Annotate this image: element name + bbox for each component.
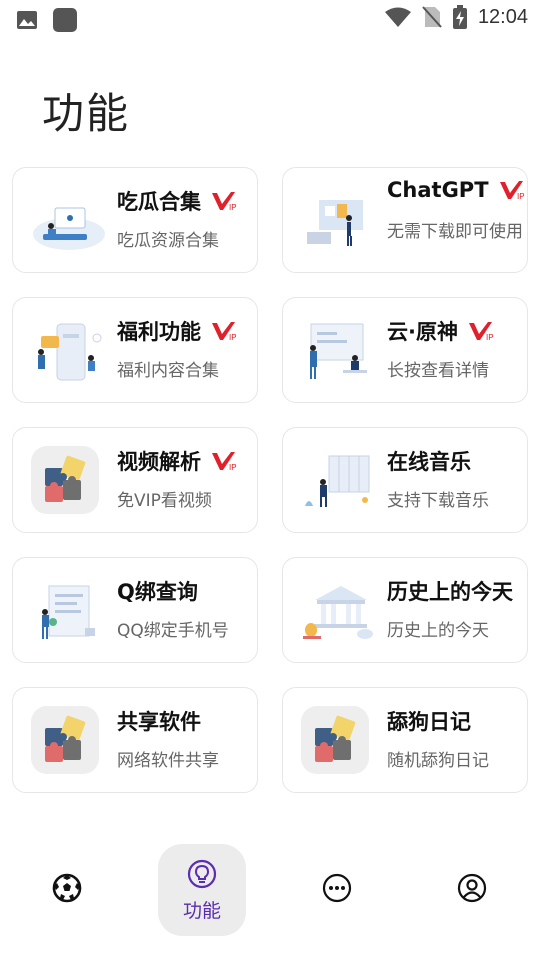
puzzle-icon xyxy=(31,706,99,774)
bank-illustration xyxy=(303,586,373,639)
card-subtitle: 长按查看详情 xyxy=(387,361,489,381)
page-title: 功能 xyxy=(42,89,131,138)
no-sim-icon xyxy=(422,6,442,28)
card-title: 历史上的今天 xyxy=(387,580,513,604)
card-title: 舔狗日记 xyxy=(387,710,471,734)
card-subtitle: 支持下载音乐 xyxy=(387,491,489,511)
card-fuli[interactable]: 福利功能 福利内容合集 xyxy=(12,297,258,403)
feature-grid: 吃瓜合集 吃瓜资源合集 ChatGPT 无需下载即可使用 福利功能 福利内容合集… xyxy=(12,167,528,793)
puzzle-icon-box xyxy=(31,446,99,514)
card-chigua[interactable]: 吃瓜合集 吃瓜资源合集 xyxy=(12,167,258,273)
presentation-illustration xyxy=(310,323,367,379)
app-notification-icon xyxy=(53,8,77,32)
card-title: Q绑查询 xyxy=(117,580,198,604)
cloud-laptop-illustration xyxy=(33,207,105,250)
card-title: 云·原神 xyxy=(387,320,458,344)
bottom-nav: 功能 xyxy=(0,840,540,940)
card-video-parse[interactable]: 视频解析 免VIP看视频 xyxy=(12,427,258,533)
vip-badge-icon xyxy=(211,450,239,472)
puzzle-icon-box xyxy=(31,706,99,774)
battery-charging-icon xyxy=(452,5,467,29)
card-online-music[interactable]: 在线音乐 支持下载音乐 xyxy=(282,427,528,533)
card-title: 吃瓜合集 xyxy=(117,190,201,214)
card-subtitle: 吃瓜资源合集 xyxy=(117,231,219,251)
music-illustration xyxy=(305,455,370,507)
vip-badge-icon xyxy=(499,179,527,201)
wifi-icon xyxy=(384,7,411,27)
card-subtitle: 网络软件共享 xyxy=(117,751,219,771)
puzzle-icon xyxy=(301,706,369,774)
lightbulb-icon xyxy=(187,859,217,888)
soccer-ball-icon xyxy=(52,873,82,903)
card-subtitle: 无需下载即可使用 xyxy=(387,222,523,242)
card-title: 视频解析 xyxy=(117,450,201,474)
mobile-people-illustration xyxy=(38,323,102,381)
card-subtitle: 历史上的今天 xyxy=(387,621,489,641)
nav-item-profile[interactable] xyxy=(427,840,517,936)
more-dots-icon xyxy=(322,873,352,903)
card-subtitle: 福利内容合集 xyxy=(117,361,219,381)
card-chatgpt[interactable]: ChatGPT 无需下载即可使用 xyxy=(282,167,528,273)
card-title: 共享软件 xyxy=(117,710,201,734)
nav-item-home[interactable] xyxy=(22,840,112,936)
nav-item-more[interactable] xyxy=(292,840,382,936)
shopping-illustration xyxy=(307,200,363,246)
nav-item-features[interactable]: 功能 xyxy=(158,844,246,936)
nav-label-features: 功能 xyxy=(182,899,221,922)
vip-badge-icon xyxy=(468,320,496,342)
status-bar: 12:04 xyxy=(0,0,540,38)
gallery-icon xyxy=(17,11,37,29)
card-subtitle: 免VIP看视频 xyxy=(117,491,212,511)
user-profile-icon xyxy=(457,873,487,903)
status-time: 12:04 xyxy=(477,5,528,28)
vip-badge-icon xyxy=(211,190,239,212)
vip-badge-icon xyxy=(211,320,239,342)
card-dog-diary[interactable]: 舔狗日记 随机舔狗日记 xyxy=(282,687,528,793)
document-illustration xyxy=(42,585,95,639)
card-subtitle: 随机舔狗日记 xyxy=(387,751,489,771)
puzzle-icon-box xyxy=(301,706,369,774)
card-shared-software[interactable]: 共享软件 网络软件共享 xyxy=(12,687,258,793)
card-history-today[interactable]: 历史上的今天 历史上的今天 xyxy=(282,557,528,663)
card-q-bind[interactable]: Q绑查询 QQ绑定手机号 xyxy=(12,557,258,663)
card-title: 在线音乐 xyxy=(387,450,471,474)
card-yuanshen[interactable]: 云·原神 长按查看详情 xyxy=(282,297,528,403)
card-title: ChatGPT xyxy=(387,178,489,202)
card-subtitle: QQ绑定手机号 xyxy=(117,621,229,641)
card-title: 福利功能 xyxy=(117,320,201,344)
puzzle-icon xyxy=(31,446,99,514)
